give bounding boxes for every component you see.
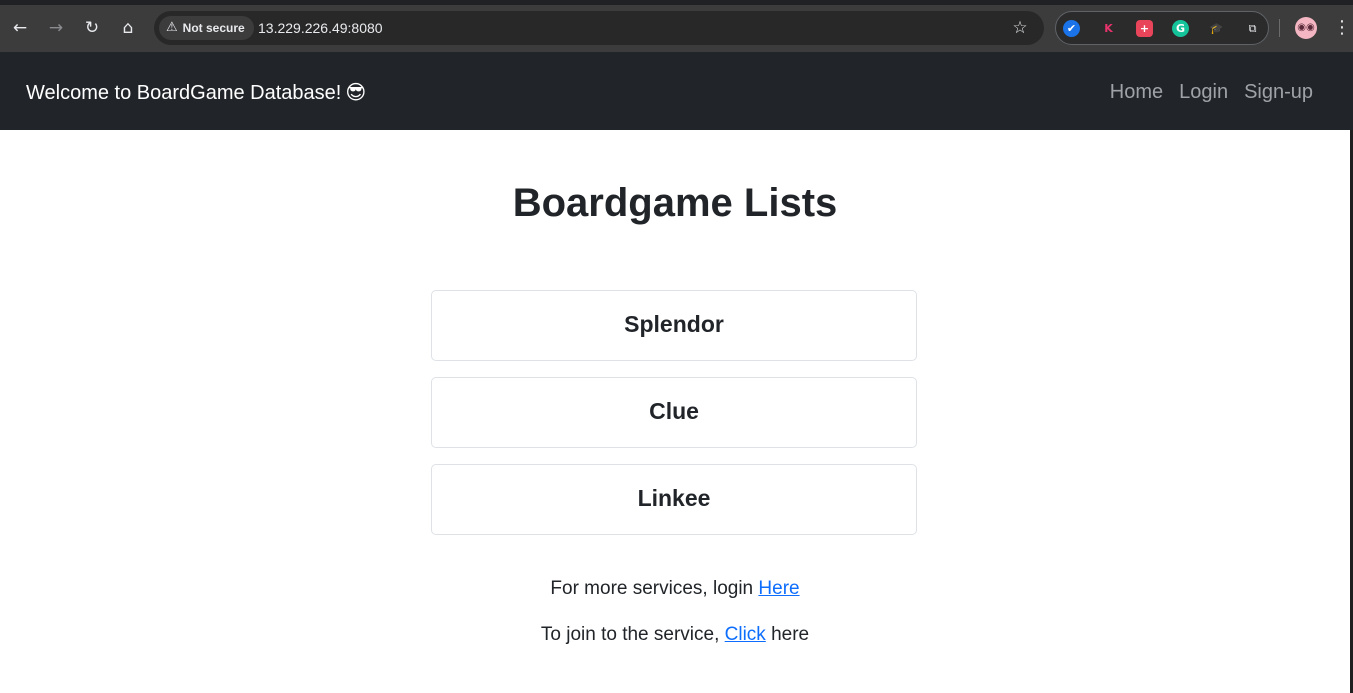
menu-dots-icon[interactable]: ⋮ — [1333, 16, 1351, 40]
join-prompt: To join to the service, Click here — [0, 624, 1350, 646]
page-title: Boardgame Lists — [512, 181, 838, 225]
nav-links: Home Login Sign-up — [1110, 52, 1313, 132]
reload-icon[interactable]: ↻ — [80, 16, 104, 40]
join-prompt-text: To join to the service, — [540, 624, 725, 645]
url-text[interactable]: 13.229.226.49:8080 — [258, 11, 383, 45]
address-bar[interactable]: ⚠ Not secure 13.229.226.49:8080 ☆ — [154, 11, 1044, 45]
browser-toolbar: ← → ↻ ⌂ ⚠ Not secure 13.229.226.49:8080 … — [0, 0, 1353, 52]
nav-home-link[interactable]: Home — [1110, 52, 1163, 132]
plus-extension-icon[interactable]: + — [1136, 20, 1153, 37]
site-navbar: Welcome to BoardGame Database! 😎 Home Log… — [0, 52, 1353, 130]
forward-arrow-icon[interactable]: → — [44, 16, 68, 40]
home-icon[interactable]: ⌂ — [116, 16, 140, 40]
game-title: Linkee — [637, 485, 711, 511]
join-suffix-text: here — [765, 624, 810, 645]
nav-signup-link[interactable]: Sign-up — [1244, 52, 1313, 132]
game-title: Splendor — [624, 311, 724, 337]
grammarly-icon[interactable]: G — [1172, 20, 1189, 37]
warning-icon: ⚠ — [166, 20, 178, 35]
toolbar-divider — [1279, 19, 1280, 37]
graduation-cap-icon[interactable]: 🎓 — [1208, 20, 1225, 37]
game-card-linkee[interactable]: Linkee — [431, 464, 917, 535]
login-prompt: For more services, login Here — [0, 578, 1350, 600]
k-extension-icon[interactable]: K — [1100, 20, 1117, 37]
tab-strip — [0, 0, 1353, 5]
extensions-puzzle-icon[interactable]: ⧉ — [1244, 20, 1261, 37]
nav-login-link[interactable]: Login — [1179, 52, 1228, 132]
game-card-splendor[interactable]: Splendor — [431, 290, 917, 361]
security-label: Not secure — [182, 21, 245, 35]
brand-link[interactable]: Welcome to BoardGame Database! 😎 — [26, 52, 366, 133]
game-title: Clue — [649, 398, 699, 424]
star-icon[interactable]: ☆ — [1008, 16, 1032, 40]
brand-text: Welcome to BoardGame Database! — [26, 82, 342, 104]
security-chip[interactable]: ⚠ Not secure — [159, 16, 254, 40]
back-arrow-icon[interactable]: ← — [8, 16, 32, 40]
sunglasses-emoji-icon: 😎 — [345, 80, 367, 104]
game-card-clue[interactable]: Clue — [431, 377, 917, 448]
extensions-bar: ✔ K + G 🎓 ⧉ — [1055, 11, 1269, 45]
check-extension-icon[interactable]: ✔ — [1063, 20, 1080, 37]
login-prompt-text: For more services, login — [550, 578, 759, 599]
login-here-link[interactable]: Here — [758, 578, 799, 599]
join-click-link[interactable]: Click — [725, 624, 766, 645]
profile-avatar-icon[interactable]: ◉◉ — [1295, 17, 1317, 39]
